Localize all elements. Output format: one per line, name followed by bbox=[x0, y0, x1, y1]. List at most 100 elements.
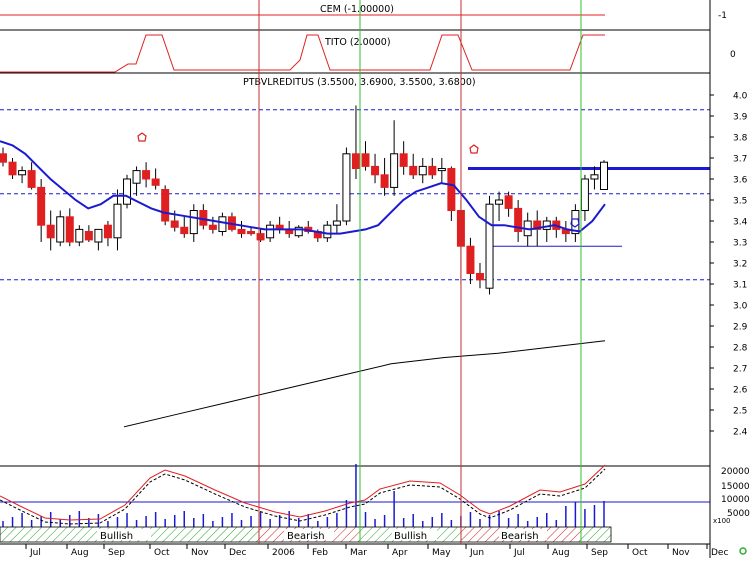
x-tick-label: Apr bbox=[392, 548, 408, 558]
candle-body bbox=[332, 220, 341, 226]
candle-body bbox=[0, 153, 7, 163]
x-tick-label: Nov bbox=[191, 548, 209, 558]
trend-band-strip: Bullish Bearish Bullish Bearish bbox=[0, 526, 612, 543]
candle-body bbox=[18, 170, 27, 176]
tito-label: TITO (2.0000) bbox=[324, 37, 391, 48]
candle-body bbox=[37, 186, 46, 226]
price-tick-label: 2.5 bbox=[733, 407, 747, 417]
candle-body bbox=[323, 224, 332, 239]
candle-body bbox=[56, 216, 65, 243]
price-tick-label: 3.5 bbox=[733, 197, 747, 207]
price-tick-label: 3.1 bbox=[733, 281, 747, 291]
candle-body bbox=[580, 178, 589, 211]
candle-body bbox=[390, 153, 399, 188]
volume-tick: 15000 bbox=[721, 482, 750, 492]
candle-body bbox=[590, 174, 599, 180]
candle-body bbox=[495, 199, 504, 205]
candle-body bbox=[94, 228, 103, 243]
candle-body bbox=[361, 153, 370, 167]
volume-unit: x100 bbox=[713, 517, 731, 525]
candle-body bbox=[600, 161, 608, 190]
volume-tick: 20000 bbox=[721, 467, 750, 477]
price-tick-label: 3.8 bbox=[733, 134, 748, 144]
price-tick-label: 4.0 bbox=[733, 92, 748, 102]
candle-body bbox=[475, 273, 484, 281]
x-tick-label: Aug bbox=[71, 548, 89, 558]
x-tick-label: Dec bbox=[229, 548, 246, 558]
x-tick-label: May bbox=[432, 548, 451, 558]
x-tick-label: Mar bbox=[350, 548, 367, 558]
price-tick-label: 3.9 bbox=[733, 113, 748, 123]
trend-label: Bullish bbox=[394, 531, 427, 542]
candle-body bbox=[208, 224, 217, 230]
candle-body bbox=[485, 203, 494, 289]
chart-title: PTBVLREDITUS (3.5500, 3.6900, 3.5500, 3.… bbox=[243, 77, 476, 88]
trend-label: Bearish bbox=[287, 531, 325, 542]
price-tick-label: 2.6 bbox=[733, 386, 748, 396]
x-tick-label: Sep bbox=[591, 548, 608, 558]
candle-body bbox=[218, 216, 227, 233]
price-tick-label: 3.3 bbox=[733, 239, 747, 249]
x-tick-label: Sep bbox=[108, 548, 125, 558]
x-tick-label: Feb bbox=[312, 548, 328, 558]
trend-label: Bearish bbox=[501, 531, 539, 542]
price-tick-label: 3.0 bbox=[733, 302, 748, 312]
stock-chart: CEM (-1.00000) -1 TITO (2.0000) 0 PTBVLR… bbox=[0, 0, 753, 558]
candle-body bbox=[428, 165, 437, 176]
candle-body bbox=[151, 178, 160, 186]
candle-body bbox=[266, 224, 275, 239]
cem-label: CEM (-1.00000) bbox=[320, 4, 394, 15]
candle-body bbox=[380, 174, 389, 188]
candle-body bbox=[237, 228, 246, 235]
candle-body bbox=[409, 165, 418, 176]
price-tick-label: 3.2 bbox=[733, 260, 747, 270]
x-tick-label: Oct bbox=[154, 548, 170, 558]
volume-tick: 10000 bbox=[721, 495, 750, 505]
candle-body bbox=[75, 228, 84, 243]
candle-body bbox=[132, 170, 141, 184]
candle-body bbox=[123, 178, 132, 205]
x-tick-label: Jul bbox=[29, 548, 41, 558]
trend-label: Bullish bbox=[100, 531, 133, 542]
candle-body bbox=[256, 233, 265, 241]
candle-body bbox=[170, 220, 179, 228]
candle-body bbox=[180, 226, 189, 235]
price-tick-label: 2.4 bbox=[733, 428, 748, 438]
candle-body bbox=[161, 189, 170, 222]
x-tick-label: Jul bbox=[513, 548, 525, 558]
price-tick-label: 2.7 bbox=[733, 365, 747, 375]
candle-body bbox=[113, 203, 122, 239]
price-tick-label: 3.7 bbox=[733, 155, 747, 165]
price-tick-label: 3.6 bbox=[733, 176, 748, 186]
candle-body bbox=[371, 165, 380, 176]
x-tick-label: Jun bbox=[469, 548, 484, 558]
candle-body bbox=[342, 153, 351, 222]
cem-axis-tick: -1 bbox=[718, 11, 727, 21]
candle-body bbox=[103, 224, 112, 239]
candle-body bbox=[8, 161, 17, 176]
price-tick-label: 2.9 bbox=[733, 323, 748, 333]
candle-body bbox=[466, 245, 475, 274]
candle-body bbox=[437, 168, 446, 172]
bullish-band bbox=[580, 526, 612, 543]
candle-body bbox=[447, 168, 456, 211]
candle-body bbox=[142, 170, 151, 180]
x-tick-label: Nov bbox=[672, 548, 690, 558]
price-tick-label: 2.8 bbox=[733, 344, 748, 354]
x-tick-label: Aug bbox=[552, 548, 570, 558]
candle-body bbox=[189, 210, 198, 235]
candle-body bbox=[504, 195, 513, 209]
candle-body bbox=[65, 216, 74, 243]
candle-body bbox=[84, 231, 93, 241]
x-tick-label: Dec bbox=[711, 548, 728, 558]
chart-window: CEM (-1.00000) -1 TITO (2.0000) 0 PTBVLR… bbox=[0, 0, 753, 558]
candle-body bbox=[399, 153, 408, 167]
x-tick-label: Oct bbox=[632, 548, 648, 558]
candle-body bbox=[247, 231, 256, 235]
candle-body bbox=[46, 224, 55, 239]
x-tick-label: 2006 bbox=[272, 548, 295, 558]
tito-axis-tick: 0 bbox=[730, 50, 736, 60]
candle-body bbox=[418, 165, 427, 176]
candle-body bbox=[27, 170, 36, 188]
price-tick-label: 3.4 bbox=[733, 218, 748, 228]
